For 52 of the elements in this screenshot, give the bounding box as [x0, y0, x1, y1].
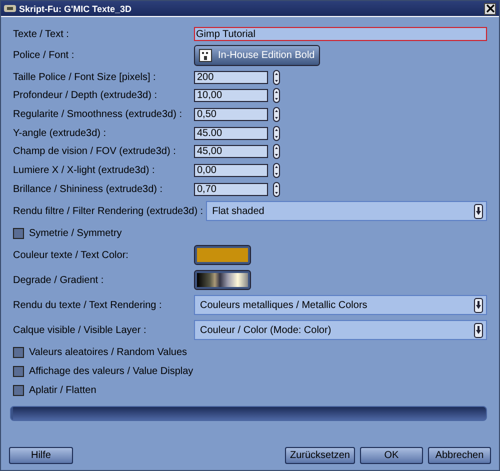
close-button[interactable]: [484, 2, 496, 14]
field-label: Brillance / Shininess (extrude3d) :: [13, 184, 164, 195]
gradient-button[interactable]: [194, 270, 251, 290]
window-title: Skript-Fu: G'MIC Texte_3D: [19, 4, 132, 14]
font-icon: [199, 49, 212, 62]
spin-field[interactable]: 45.00: [194, 126, 268, 140]
field-label: Rendu du texte / Text Rendering :: [13, 300, 163, 310]
dropdown[interactable]: Couleur / Color (Mode: Color): [194, 320, 487, 340]
spin-field[interactable]: 45,00: [194, 145, 268, 158]
spin-arrows-icon[interactable]: [273, 70, 280, 85]
gradient-preview: [197, 273, 248, 287]
checkbox[interactable]: [13, 228, 24, 238]
checkbox-label: Symetrie / Symmetry: [29, 228, 123, 238]
checkbox-label: Aplatir / Flatten: [29, 384, 98, 396]
spin-arrows-icon[interactable]: [273, 182, 280, 197]
checkbox[interactable]: [13, 384, 24, 396]
font-button[interactable]: In-House Edition Bold: [194, 45, 320, 66]
field-label: Profondeur / Depth (extrude3d) :: [13, 90, 158, 102]
help-button[interactable]: Hilfe: [9, 447, 73, 464]
checkbox-label: Valeurs aleatoires / Random Values: [29, 346, 188, 358]
spin-arrows-icon[interactable]: [273, 106, 280, 122]
spin-field[interactable]: 10,00: [194, 89, 268, 102]
app-icon: [4, 4, 16, 13]
checkbox[interactable]: [13, 366, 24, 376]
field-label: Calque visible / Visible Layer :: [13, 324, 148, 336]
field-label: Y-angle (extrude3d) :: [13, 128, 108, 139]
spin-arrows-icon[interactable]: [273, 144, 280, 160]
dropdown[interactable]: Flat shaded: [206, 201, 487, 221]
dialog-button[interactable]: Zurücksetzen: [284, 447, 355, 464]
field-label: Taille Police / Font Size [pixels] :: [13, 72, 157, 83]
dialog-button[interactable]: OK: [360, 447, 423, 464]
field-label: Police / Font :: [13, 50, 76, 62]
field-label: Degrade / Gradient :: [13, 274, 105, 286]
spin-field[interactable]: 0,50: [194, 108, 268, 121]
close-icon: [486, 4, 494, 13]
field-label: Texte / Text :: [13, 28, 70, 40]
text-field[interactable]: Gimp Tutorial: [194, 27, 487, 42]
spin-arrows-icon[interactable]: [273, 162, 280, 178]
field-label: Couleur texte / Text Color:: [13, 250, 130, 260]
field-label: Regularite / Smoothness (extrude3d) :: [13, 108, 183, 120]
checkbox-label: Affichage des valeurs / Value Display: [29, 366, 194, 376]
dialog-button[interactable]: Abbrechen: [428, 447, 491, 464]
checkbox[interactable]: [13, 346, 24, 358]
spin-field[interactable]: 0,70: [194, 182, 268, 196]
dropdown[interactable]: Couleurs metalliques / Metallic Colors: [194, 295, 487, 315]
field-label: Lumiere X / X-light (extrude3d) :: [13, 164, 156, 176]
spin-field[interactable]: 200: [194, 70, 268, 84]
spin-field[interactable]: 0,00: [194, 164, 268, 177]
field-label: Rendu filtre / Filter Rendering (extrude3d) :: [13, 206, 204, 216]
field-label: Champ de vision / FOV (extrude3d) :: [13, 146, 177, 158]
spin-arrows-icon[interactable]: [273, 88, 280, 104]
spin-arrows-icon[interactable]: [273, 126, 280, 141]
